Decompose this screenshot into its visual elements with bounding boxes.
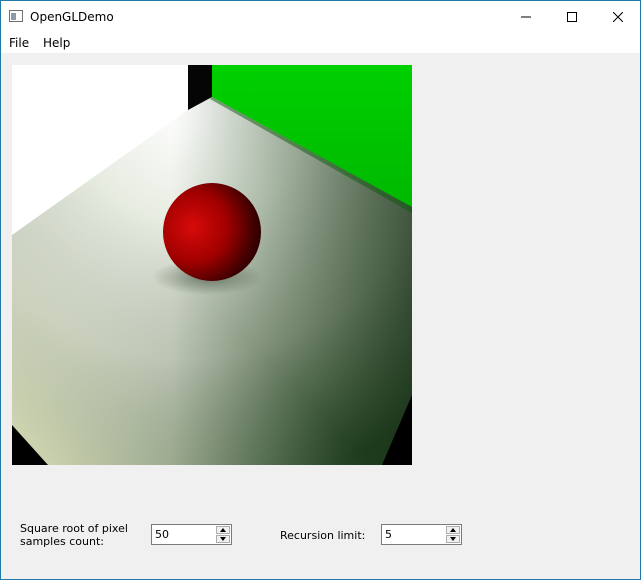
arrow-up-icon — [450, 528, 456, 532]
minimize-icon — [521, 16, 531, 17]
samples-count-spin-arrows[interactable] — [216, 526, 230, 543]
samples-count-spinbox[interactable] — [151, 524, 232, 545]
rendered-scene — [12, 65, 412, 465]
window-title: OpenGLDemo — [30, 10, 114, 24]
close-icon — [613, 11, 623, 22]
menu-help[interactable]: Help — [43, 36, 70, 50]
app-window-icon — [9, 10, 23, 22]
title-bar[interactable]: OpenGLDemo — [1, 1, 640, 32]
menu-bar: File Help — [1, 32, 640, 53]
arrow-down-icon — [220, 537, 226, 541]
render-viewport[interactable] — [12, 65, 412, 465]
recursion-limit-input[interactable] — [385, 528, 443, 541]
recursion-limit-spinbox[interactable] — [381, 524, 462, 545]
minimize-button[interactable] — [503, 1, 549, 32]
recursion-increment-button[interactable] — [446, 526, 460, 534]
arrow-down-icon — [450, 537, 456, 541]
recursion-limit-spin-arrows[interactable] — [446, 526, 460, 543]
close-button[interactable] — [595, 1, 640, 32]
maximize-icon — [567, 11, 577, 22]
maximize-button[interactable] — [549, 1, 595, 32]
main-window: OpenGLDemo File Help Square root of pixe… — [0, 0, 641, 580]
menu-file[interactable]: File — [9, 36, 29, 50]
arrow-up-icon — [220, 528, 226, 532]
samples-increment-button[interactable] — [216, 526, 230, 534]
samples-count-label: Square root of pixel samples count: — [20, 522, 128, 548]
recursion-decrement-button[interactable] — [446, 535, 460, 543]
samples-decrement-button[interactable] — [216, 535, 230, 543]
recursion-limit-label: Recursion limit: — [280, 529, 366, 542]
samples-count-input[interactable] — [155, 528, 213, 541]
